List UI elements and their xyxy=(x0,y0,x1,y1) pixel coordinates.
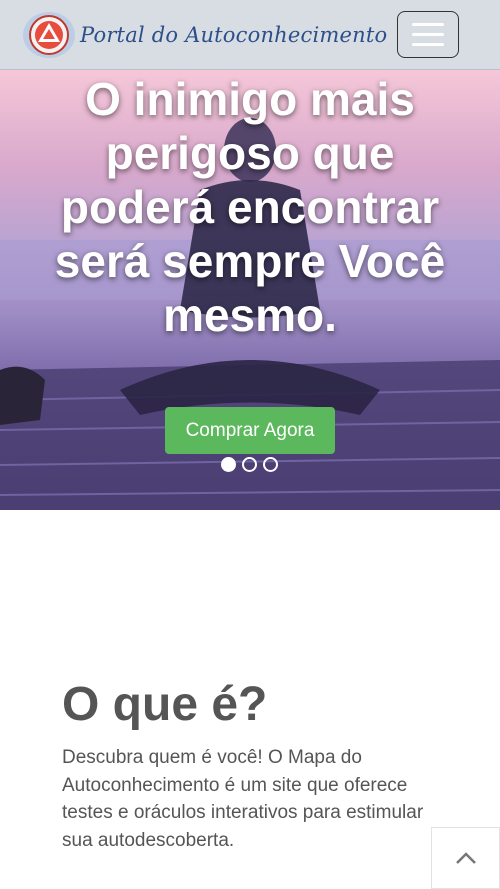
chevron-up-icon xyxy=(455,852,476,864)
buy-now-button[interactable]: Comprar Agora xyxy=(165,407,335,454)
carousel-indicator-1[interactable] xyxy=(221,457,236,472)
hero-headline: O inimigo mais perigoso que poderá encon… xyxy=(54,73,446,341)
portal-logo-icon xyxy=(23,12,75,58)
menu-toggle-button[interactable] xyxy=(397,11,459,58)
scroll-to-top-button[interactable] xyxy=(431,827,500,889)
section-title: O que é? xyxy=(62,678,268,731)
navbar: Portal do Autoconhecimento xyxy=(0,0,500,70)
hamburger-menu-icon xyxy=(412,23,444,26)
brand-title: Portal do Autoconhecimento xyxy=(80,23,388,47)
brand-link[interactable]: Portal do Autoconhecimento xyxy=(22,11,387,59)
carousel-indicator-3[interactable] xyxy=(263,457,278,472)
carousel-indicator-2[interactable] xyxy=(242,457,257,472)
hero-carousel: O inimigo mais perigoso que poderá encon… xyxy=(0,70,500,510)
section-description: Descubra quem é você! O Mapa do Autoconh… xyxy=(62,747,424,851)
carousel-indicators xyxy=(221,457,278,472)
